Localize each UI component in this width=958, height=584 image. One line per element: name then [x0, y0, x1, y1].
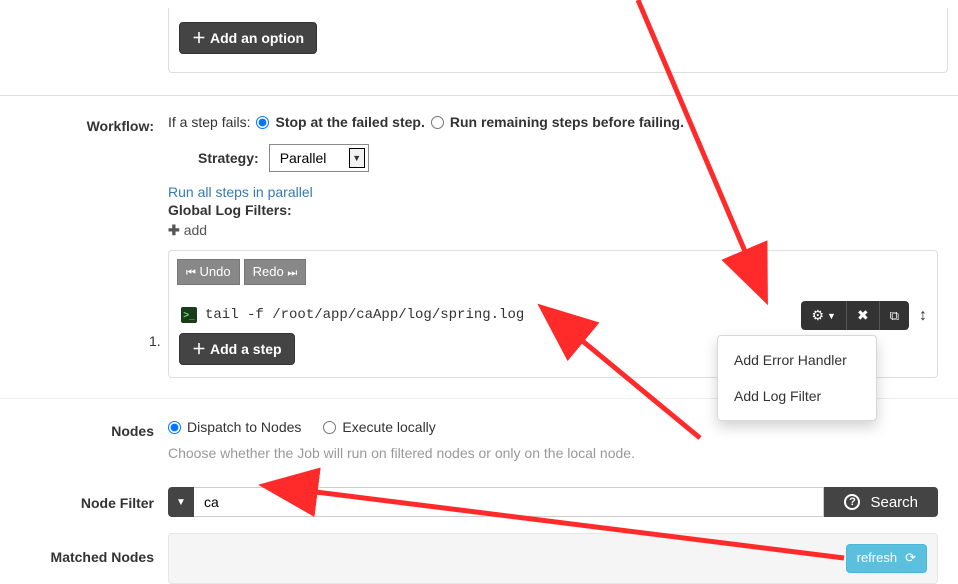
execute-locally-option[interactable]: Execute locally	[323, 419, 435, 435]
workflow-label: Workflow:	[10, 114, 168, 134]
steps-panel: ⏮ Undo Redo ⏭ 1. >_ tail -f /root/app/ca…	[168, 250, 938, 378]
step-command: tail -f /root/app/caApp/log/spring.log	[205, 307, 524, 323]
run-remaining-option[interactable]: Run remaining steps before failing.	[431, 114, 684, 130]
dispatch-help: Choose whether the Job will run on filte…	[168, 445, 938, 461]
redo-button[interactable]: Redo ⏭	[244, 259, 307, 285]
node-filter-input[interactable]	[194, 487, 824, 517]
options-panel: ＋ Add an option	[168, 8, 948, 73]
step-delete-button[interactable]: ✖	[846, 301, 879, 330]
execute-locally-label: Execute locally	[342, 419, 435, 435]
stop-radio[interactable]	[256, 116, 269, 129]
run-remaining-radio[interactable]	[431, 116, 444, 129]
dispatch-option[interactable]: Dispatch to Nodes	[168, 419, 301, 435]
gear-icon: ⚙	[811, 307, 824, 324]
matched-nodes-label: Matched Nodes	[10, 533, 168, 565]
filter-dropdown-toggle[interactable]: ▼	[168, 487, 194, 517]
close-icon: ✖	[857, 307, 869, 324]
dispatch-label: Dispatch to Nodes	[187, 419, 301, 435]
caret-down-icon: ▼	[827, 311, 836, 321]
search-label: Search	[870, 494, 918, 511]
stop-option[interactable]: Stop at the failed step.	[256, 114, 424, 130]
global-log-filters-label: Global Log Filters:	[168, 202, 938, 218]
plus-icon: ✚	[168, 223, 180, 237]
search-button[interactable]: ? Search	[824, 487, 938, 517]
question-icon: ?	[844, 494, 860, 510]
step-row[interactable]: >_ tail -f /root/app/caApp/log/spring.lo…	[169, 293, 937, 333]
copy-icon: ⧉	[890, 308, 899, 324]
menu-add-log-filter[interactable]: Add Log Filter	[718, 378, 876, 414]
step-gear-button[interactable]: ⚙ ▼	[801, 301, 845, 330]
add-step-button[interactable]: ＋ Add a step	[179, 333, 295, 365]
terminal-icon: >_	[181, 307, 197, 323]
add-filter-label: add	[184, 222, 207, 238]
parallel-link[interactable]: Run all steps in parallel	[168, 184, 313, 200]
step-forward-icon: ⏭	[287, 267, 297, 279]
menu-add-error-handler[interactable]: Add Error Handler	[718, 342, 876, 378]
execute-locally-radio[interactable]	[323, 421, 336, 434]
strategy-label: Strategy:	[198, 150, 259, 166]
plus-icon: ＋	[192, 342, 206, 356]
dispatch-radio[interactable]	[168, 421, 181, 434]
strategy-select[interactable]: Parallel	[269, 144, 369, 172]
plus-icon: ＋	[192, 31, 206, 45]
step-copy-button[interactable]: ⧉	[879, 301, 909, 330]
add-option-label: Add an option	[210, 29, 304, 47]
redo-label: Redo	[253, 264, 284, 279]
refresh-icon: ⟳	[905, 550, 916, 567]
caret-down-icon: ▼	[176, 497, 186, 508]
undo-button[interactable]: ⏮ Undo	[177, 259, 240, 285]
add-filter-button[interactable]: ✚ add	[168, 222, 207, 238]
refresh-label: refresh	[857, 550, 897, 567]
drag-handle-icon[interactable]: ↕	[919, 307, 927, 325]
node-filter-label: Node Filter	[10, 487, 168, 511]
add-option-button[interactable]: ＋ Add an option	[179, 22, 317, 54]
step-gear-menu: Add Error Handler Add Log Filter	[717, 335, 877, 421]
step-back-icon: ⏮	[186, 267, 196, 279]
undo-label: Undo	[200, 264, 231, 279]
refresh-button[interactable]: refresh ⟳	[846, 544, 927, 573]
nodes-label: Nodes	[10, 419, 168, 439]
stop-label: Stop at the failed step.	[275, 114, 424, 130]
if-step-fails-label: If a step fails:	[168, 114, 250, 130]
run-remaining-label: Run remaining steps before failing.	[450, 114, 684, 130]
add-step-label: Add a step	[210, 340, 282, 358]
matched-nodes-panel: refresh ⟳	[168, 533, 938, 584]
step-number: 1.	[149, 333, 161, 349]
